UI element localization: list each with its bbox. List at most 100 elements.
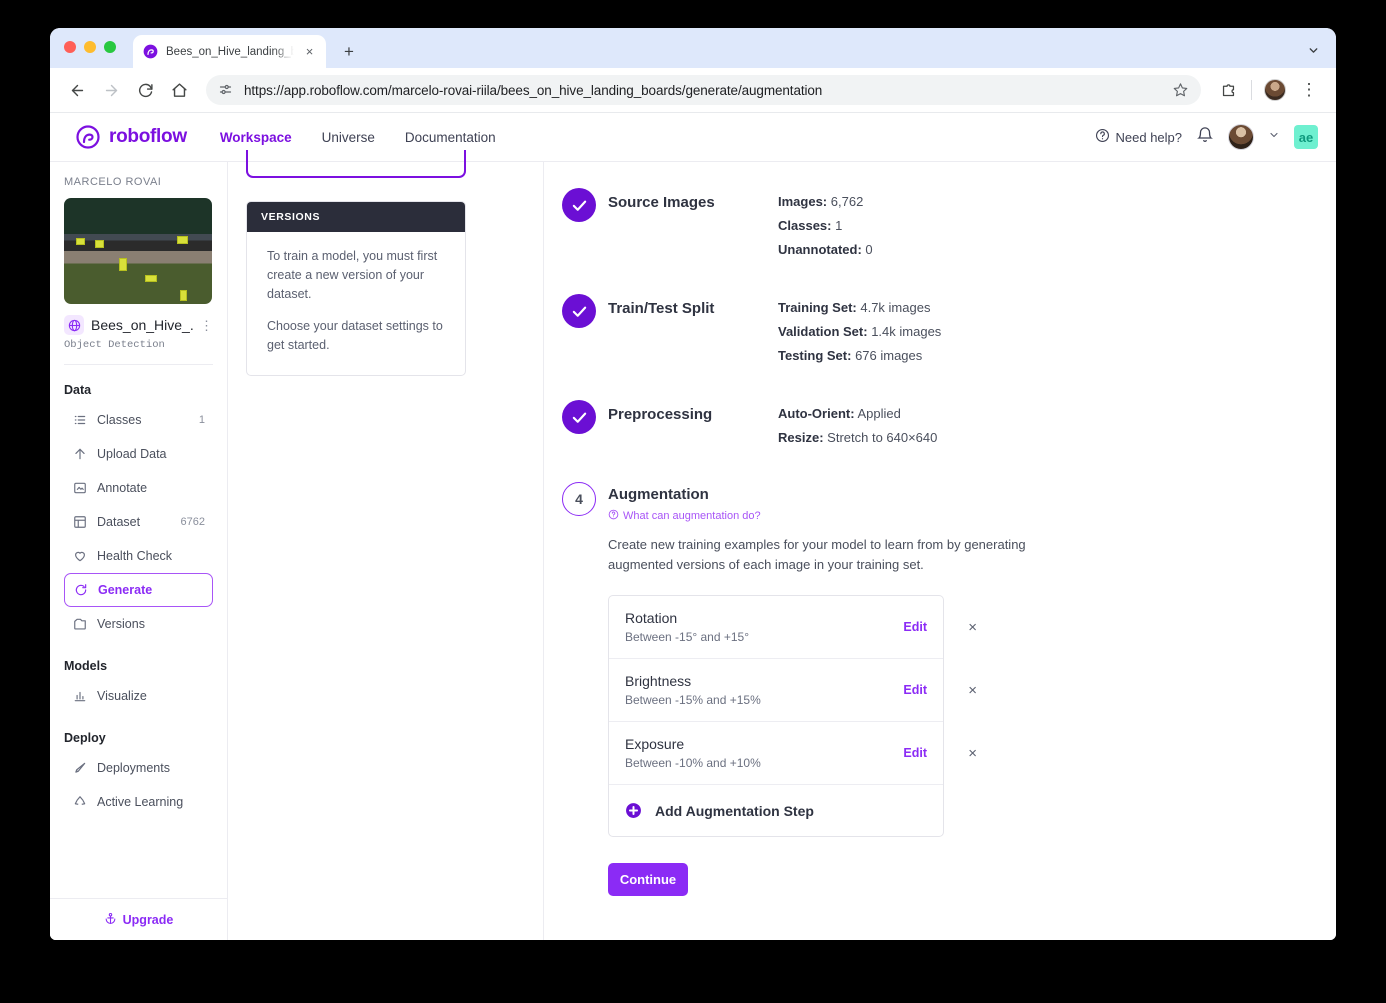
upgrade-button[interactable]: Upgrade (50, 898, 227, 940)
browser-tab[interactable]: Bees_on_Hive_landing_board × (133, 35, 326, 68)
meta-row: Testing Set: 676 images (778, 348, 941, 363)
sidebar-item-label: Visualize (97, 689, 205, 703)
nav-link-universe[interactable]: Universe (322, 130, 375, 145)
sidebar-item-visualize[interactable]: Visualize (64, 679, 213, 713)
address-bar-url: https://app.roboflow.com/marcelo-rovai-r… (244, 83, 1163, 98)
maximize-window-button[interactable] (104, 41, 116, 53)
sidebar-item-upload-data[interactable]: Upload Data (64, 437, 213, 471)
browser-window: Bees_on_Hive_landing_board × + (50, 28, 1336, 940)
remove-augmentation-button[interactable]: × (968, 683, 977, 698)
plus-circle-icon (625, 802, 642, 819)
versions-panel-paragraph-2: Choose your dataset settings to get star… (267, 317, 445, 355)
meta-value: 676 images (855, 348, 922, 363)
rocket-icon (72, 761, 87, 776)
upgrade-icon (104, 912, 117, 928)
window-traffic-lights (64, 28, 116, 68)
versions-column: VERSIONS To train a model, you must firs… (228, 162, 544, 940)
help-circle-icon (608, 509, 619, 523)
edit-augmentation-button[interactable]: Edit (903, 620, 927, 634)
edit-augmentation-button[interactable]: Edit (903, 746, 927, 760)
close-tab-button[interactable]: × (302, 44, 317, 59)
sidebar-item-annotate[interactable]: Annotate (64, 471, 213, 505)
nav-link-documentation[interactable]: Documentation (405, 130, 496, 145)
scrolled-panel-edge (246, 150, 466, 178)
sidebar-item-label: Classes (97, 413, 189, 427)
augmentation-step-brightness: Brightness Between -15% and +15% Edit × (609, 658, 943, 721)
project-header[interactable]: Bees_on_Hive_... ⋮ (64, 315, 213, 335)
sidebar: MARCELO ROVAI Bees_on_Hive_... (50, 162, 228, 940)
versions-panel: VERSIONS To train a model, you must firs… (246, 201, 466, 376)
sidebar-item-label: Dataset (97, 515, 171, 529)
site-settings-icon[interactable] (218, 82, 234, 98)
sidebar-item-dataset[interactable]: Dataset 6762 (64, 505, 213, 539)
address-bar[interactable]: https://app.roboflow.com/marcelo-rovai-r… (206, 75, 1201, 105)
extensions-icon[interactable] (1213, 75, 1243, 105)
meta-row: Training Set: 4.7k images (778, 300, 941, 315)
close-window-button[interactable] (64, 41, 76, 53)
user-avatar[interactable] (1228, 124, 1254, 150)
add-augmentation-step-button[interactable]: Add Augmentation Step (609, 784, 943, 836)
minimize-window-button[interactable] (84, 41, 96, 53)
upload-icon (72, 447, 87, 462)
meta-value: 0 (865, 242, 872, 257)
sidebar-item-classes[interactable]: Classes 1 (64, 403, 213, 437)
sidebar-item-versions[interactable]: Versions (64, 607, 213, 641)
augmentation-step-detail: Between -15° and +15° (625, 630, 903, 644)
sidebar-item-label: Deployments (97, 761, 205, 775)
header-actions: Need help? ae (1095, 124, 1319, 150)
edit-augmentation-button[interactable]: Edit (903, 683, 927, 697)
meta-value: Applied (857, 406, 900, 421)
continue-button[interactable]: Continue (608, 863, 688, 896)
augmentation-description: Create new training examples for your mo… (608, 535, 1038, 575)
help-link-label: What can augmentation do? (623, 510, 761, 522)
sidebar-item-count: 1 (199, 414, 205, 426)
meta-label: Unannotated: (778, 242, 862, 257)
chart-icon (72, 689, 87, 704)
what-can-augmentation-do-link[interactable]: What can augmentation do? (608, 509, 1038, 523)
versions-panel-paragraph-1: To train a model, you must first create … (267, 247, 445, 303)
reload-button[interactable] (130, 75, 160, 105)
recycle-icon (72, 795, 87, 810)
sidebar-item-generate[interactable]: Generate (64, 573, 213, 607)
augmentation-step-name: Exposure (625, 736, 903, 752)
augmentation-step-detail: Between -15% and +15% (625, 693, 903, 707)
remove-augmentation-button[interactable]: × (968, 746, 977, 761)
project-name: Bees_on_Hive_... (91, 317, 193, 333)
bookmark-star-icon[interactable] (1173, 82, 1189, 98)
nav-link-workspace[interactable]: Workspace (220, 130, 292, 145)
meta-row: Unannotated: 0 (778, 242, 873, 257)
meta-label: Testing Set: (778, 348, 851, 363)
roboflow-logo[interactable]: roboflow (76, 125, 187, 149)
meta-value: 1.4k images (871, 324, 941, 339)
sidebar-divider (64, 364, 213, 365)
notifications-bell-icon[interactable] (1196, 126, 1214, 149)
browser-toolbar: https://app.roboflow.com/marcelo-rovai-r… (50, 68, 1336, 113)
browser-menu-button[interactable]: ⋮ (1294, 75, 1324, 105)
need-help-button[interactable]: Need help? (1095, 128, 1183, 146)
workspace-badge[interactable]: ae (1294, 125, 1318, 149)
back-button[interactable] (62, 75, 92, 105)
toolbar-divider (1251, 80, 1252, 100)
step-train-test-split: Train/Test Split Training Set: 4.7k imag… (562, 294, 1336, 372)
meta-row: Auto-Orient: Applied (778, 406, 937, 421)
sidebar-item-label: Upload Data (97, 447, 205, 461)
augmentation-step-detail: Between -10% and +10% (625, 756, 903, 770)
browser-tab-title: Bees_on_Hive_landing_board (166, 46, 294, 58)
heart-icon (72, 549, 87, 564)
remove-augmentation-button[interactable]: × (968, 620, 977, 635)
sidebar-section-deploy: Deploy (64, 731, 213, 745)
new-tab-button[interactable]: + (338, 40, 360, 62)
roboflow-app: roboflow Workspace Universe Documentatio… (50, 113, 1336, 940)
account-chevron-down-icon[interactable] (1268, 128, 1280, 146)
sidebar-item-deployments[interactable]: Deployments (64, 751, 213, 785)
home-button[interactable] (164, 75, 194, 105)
project-menu-icon[interactable]: ⋮ (200, 319, 213, 332)
step-complete-check-icon (562, 400, 596, 434)
meta-label: Resize: (778, 430, 824, 445)
sidebar-item-active-learning[interactable]: Active Learning (64, 785, 213, 819)
tab-search-chevron-down-icon[interactable] (1300, 37, 1326, 63)
browser-profile-avatar[interactable] (1260, 75, 1290, 105)
project-thumbnail (64, 198, 212, 304)
sidebar-item-health-check[interactable]: Health Check (64, 539, 213, 573)
organization-name: MARCELO ROVAI (64, 176, 213, 188)
